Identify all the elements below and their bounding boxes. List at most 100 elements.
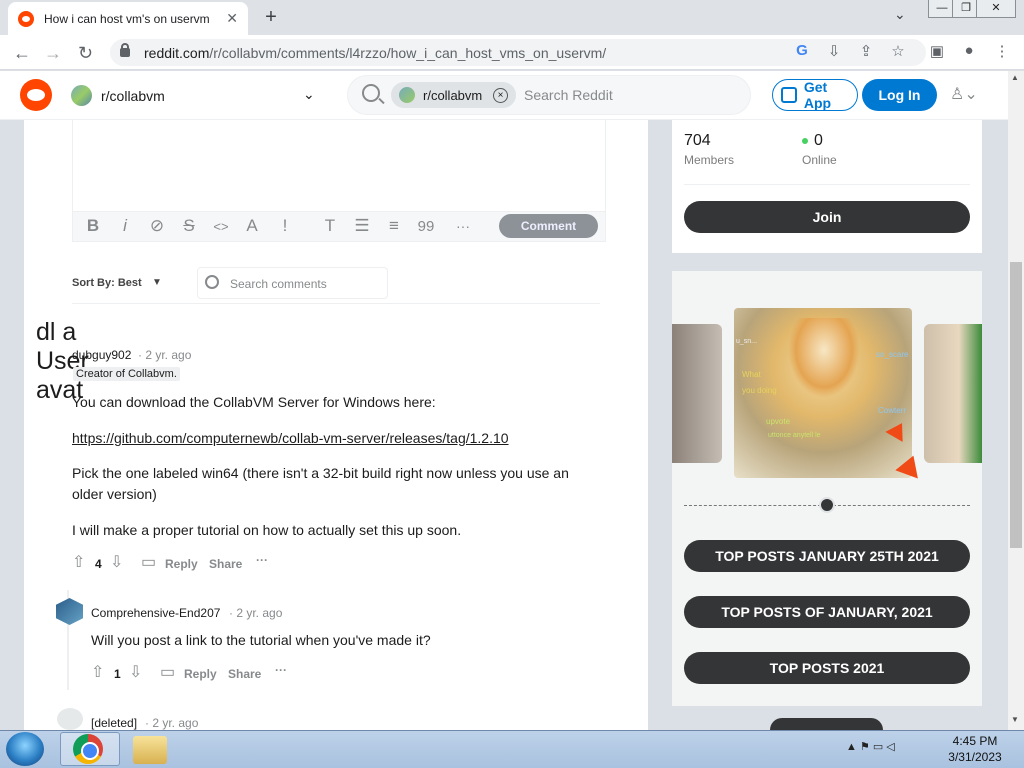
close-icon[interactable]: × [493,87,508,103]
numbered-list-icon[interactable]: ≡ [383,216,405,236]
divider [72,303,600,304]
comment-text: Will you post a link to the tutorial whe… [91,632,431,648]
user-flair: Creator of Collabvm. [73,367,180,381]
search-subreddit-chip[interactable]: r/collabvm × [391,82,516,108]
comment-text: Pick the one labeled win64 (there isn't … [72,465,569,502]
more-options-icon[interactable]: ··· [275,663,287,677]
install-app-icon[interactable]: ⇩ [824,42,844,60]
subreddit-name[interactable]: r/collabvm [101,88,165,104]
scroll-down-icon[interactable]: ▼ [1011,715,1019,724]
google-lens-icon[interactable]: G [792,42,812,59]
user-menu-icon[interactable]: ♙⌄ [950,84,978,104]
sort-by-label[interactable]: Sort By: Best [72,277,142,289]
bullet-list-icon[interactable]: ☰ [351,216,373,236]
lock-icon[interactable] [120,43,130,57]
comment-author: [deleted] [91,716,138,730]
bookmark-star-icon[interactable]: ☆ [888,42,908,60]
strikethrough-icon[interactable]: S [178,216,200,236]
search-input[interactable]: Search Reddit [524,87,613,103]
more-options-icon[interactable]: ··· [452,218,474,234]
subreddit-icon [71,85,92,106]
upvote-icon[interactable]: ⇧ [91,664,108,681]
doge-image [788,318,860,398]
get-app-button[interactable]: Get App [772,79,858,111]
reply-icon[interactable]: ▭ [160,664,177,681]
share-button[interactable]: Share [228,667,261,681]
github-link[interactable]: https://github.com/computernewb/collab-v… [72,430,509,446]
top-posts-day-button[interactable]: TOP POSTS JANUARY 25TH 2021 [684,540,970,572]
url-path: /r/collabvm/comments/l4rzzo/how_i_can_ho… [209,44,607,61]
new-tab-button[interactable]: + [258,4,284,30]
back-button[interactable]: ← [13,43,31,64]
meme-text: uttonce anytell le [768,432,821,439]
profile-icon[interactable]: ● [959,42,979,59]
carousel-image-right[interactable] [924,324,982,463]
scrollbar-thumb[interactable] [1010,262,1022,548]
carousel-image-left[interactable] [672,324,722,463]
close-window-button[interactable]: ✕ [976,0,1016,18]
downvote-icon[interactable]: ⇩ [129,664,146,681]
comment-time[interactable]: · 2 yr. ago [138,348,191,362]
chrome-icon [73,734,103,764]
tab-close-icon[interactable]: ✕ [226,10,238,27]
top-posts-year-button[interactable]: TOP POSTS 2021 [684,652,970,684]
clock-date: 3/31/2023 [948,750,1002,764]
inline-code-icon[interactable]: <> [210,219,232,234]
file-explorer-icon[interactable] [133,736,167,764]
spoiler-icon[interactable]: ! [274,216,296,236]
meme-text: upvote [766,417,791,426]
bold-icon[interactable]: B [82,216,104,236]
system-tray-icons[interactable]: ▲ ⚑ ▭ ◁ [846,740,895,753]
browser-tab[interactable]: How i can host vm's on uservm ✕ [8,2,248,35]
reload-button[interactable]: ↻ [78,43,93,64]
chevron-down-icon[interactable]: ⌄ [303,86,315,103]
top-posts-month-button[interactable]: TOP POSTS OF JANUARY, 2021 [684,596,970,628]
sort-caret-icon[interactable]: ▼ [152,277,162,288]
comment-author[interactable]: Comprehensive-End207 [91,606,220,620]
comment-author[interactable]: dubguy902 [72,348,131,362]
link-icon[interactable]: ⊘ [146,216,168,236]
reply-icon[interactable]: ▭ [141,554,158,571]
carousel-slider-handle[interactable] [819,497,835,513]
comment-editor[interactable] [72,120,606,212]
taskbar-clock[interactable]: 4:45 PM 3/31/2023 [940,733,1010,765]
community-info-card [672,120,982,253]
share-button[interactable]: Share [209,557,242,571]
comment-text: I will make a proper tutorial on how to … [72,522,462,538]
tab-title: How i can host vm's on uservm [44,11,210,26]
url-host: reddit.com [144,44,210,61]
login-button[interactable]: Log In [862,79,937,111]
downvote-icon[interactable]: ⇩ [110,554,127,571]
reply-button[interactable]: Reply [184,667,217,681]
side-panel-icon[interactable]: ▣ [927,42,947,60]
comment-search-input[interactable]: Search comments [230,277,327,291]
forward-button[interactable]: → [44,43,62,64]
comment-button[interactable]: Comment [499,214,598,238]
meme-text: What [742,370,761,379]
superscript-icon[interactable]: A [241,216,263,236]
qr-code-icon [781,87,797,103]
tab-search-dropdown-icon[interactable]: ⌄ [894,6,906,23]
search-icon [205,275,219,289]
members-label: Members [684,153,735,167]
quote-icon[interactable]: 99 [415,218,437,235]
reddit-favicon-icon [18,10,34,27]
browser-menu-icon[interactable]: ⋮ [992,42,1012,60]
reply-button[interactable]: Reply [165,557,198,571]
online-label: Online [802,153,837,167]
more-options-icon[interactable]: ··· [256,553,268,567]
heading-icon[interactable]: T [319,216,341,236]
reddit-logo-icon[interactable] [20,79,52,111]
members-count: 704 [684,132,711,149]
divider [684,184,970,185]
avatar[interactable] [57,708,83,730]
upvote-icon[interactable]: ⇧ [72,554,89,571]
join-button[interactable]: Join [684,201,970,233]
italic-icon[interactable]: i [114,216,136,236]
start-button[interactable] [6,732,44,766]
comment-time[interactable]: · 2 yr. ago [229,606,282,620]
scroll-up-icon[interactable]: ▲ [1011,73,1019,82]
meme-text: u_sn... [736,338,758,345]
comment-time[interactable]: · 2 yr. ago [145,716,198,730]
share-icon[interactable]: ⇪ [856,42,876,60]
